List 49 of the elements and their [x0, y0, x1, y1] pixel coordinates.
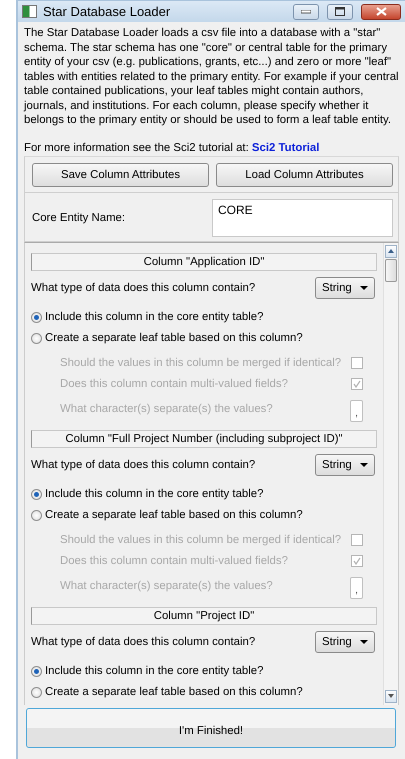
description-text: The Star Database Loader loads a csv file into a database with a "star" schema. The star schema has one "core" or central table for the primary entity of your csv (e.g. publications, grants, etc...) and zero or more "leaf" tables with entities related to the primary entity. For example if your central table contained publications, your leaf tables might contain authors, journals, and institutions. For each column, please specify whether it belongs to the primary entity or should be used to form a leaf table entity.: [24, 26, 400, 128]
radio-button[interactable]: [31, 686, 42, 698]
radio-label: Include this column in the core entity table?: [45, 488, 264, 500]
maximize-icon: [335, 7, 345, 16]
window-title: Star Database Loader: [43, 4, 172, 19]
radio-label: Create a separate leaf table based on this column?: [45, 509, 303, 521]
minimize-button[interactable]: [293, 4, 319, 20]
option-label: Should the values in this column be merged if identical?: [60, 534, 342, 546]
option-label: Does this column contain multi-valued fields?: [60, 555, 288, 567]
radio-button[interactable]: [31, 312, 42, 322]
scroll-thumb[interactable]: [385, 258, 397, 282]
data-type-question: What type of data does this column contain?: [31, 282, 256, 294]
column-header: Column "Project ID": [31, 606, 377, 624]
minimize-icon: [301, 10, 311, 14]
data-type-question: What type of data does this column contain?: [31, 636, 256, 648]
option-label: Should the values in this column be merged if identical?: [60, 357, 342, 369]
close-button[interactable]: [361, 4, 401, 20]
load-button[interactable]: Load Column Attributes: [216, 162, 393, 186]
column-header: Column "Application ID": [31, 252, 377, 270]
column-header: Column "Full Project Number (including subproject ID)": [31, 430, 377, 448]
core-entity-label: Core Entity Name:: [32, 212, 126, 224]
tutorial-link[interactable]: Sci2 Tutorial: [252, 142, 320, 154]
data-type-dropdown[interactable]: String: [315, 630, 375, 652]
radio-button[interactable]: [31, 510, 42, 520]
close-icon: [376, 7, 386, 16]
radio-label: Create a separate leaf table based on this column?: [45, 686, 303, 698]
save-button[interactable]: Save Column Attributes: [32, 162, 209, 186]
option-label: What character(s) separate(s) the values?: [60, 403, 273, 415]
option-label: Does this column contain multi-valued fields?: [60, 378, 288, 390]
caret-icon: [360, 286, 368, 290]
radio-button[interactable]: [31, 488, 42, 500]
caret-icon: [360, 462, 368, 466]
data-type-question: What type of data does this column contain?: [31, 458, 256, 470]
finish-button[interactable]: I'm Finished!: [26, 708, 396, 748]
radio-label: Create a separate leaf table based on this column?: [45, 332, 303, 344]
scroll-down-icon[interactable]: [385, 690, 397, 702]
scroll-up-icon[interactable]: [385, 244, 397, 258]
app-icon: [22, 5, 37, 18]
radio-label: Include this column in the core entity table?: [45, 311, 264, 323]
radio-button[interactable]: [31, 332, 42, 344]
data-type-dropdown[interactable]: String: [315, 276, 375, 298]
core-entity-field[interactable]: CORE: [212, 198, 393, 236]
tutorial-text: For more information see the Sci2 tutorial at: Sci2 Tutorial: [24, 142, 320, 154]
radio-label: Include this column in the core entity table?: [45, 665, 264, 677]
caret-icon: [360, 640, 368, 644]
option-label: What character(s) separate(s) the values?: [60, 580, 273, 592]
radio-button[interactable]: [31, 666, 42, 676]
data-type-dropdown[interactable]: String: [315, 454, 375, 476]
maximize-button[interactable]: [327, 4, 353, 20]
